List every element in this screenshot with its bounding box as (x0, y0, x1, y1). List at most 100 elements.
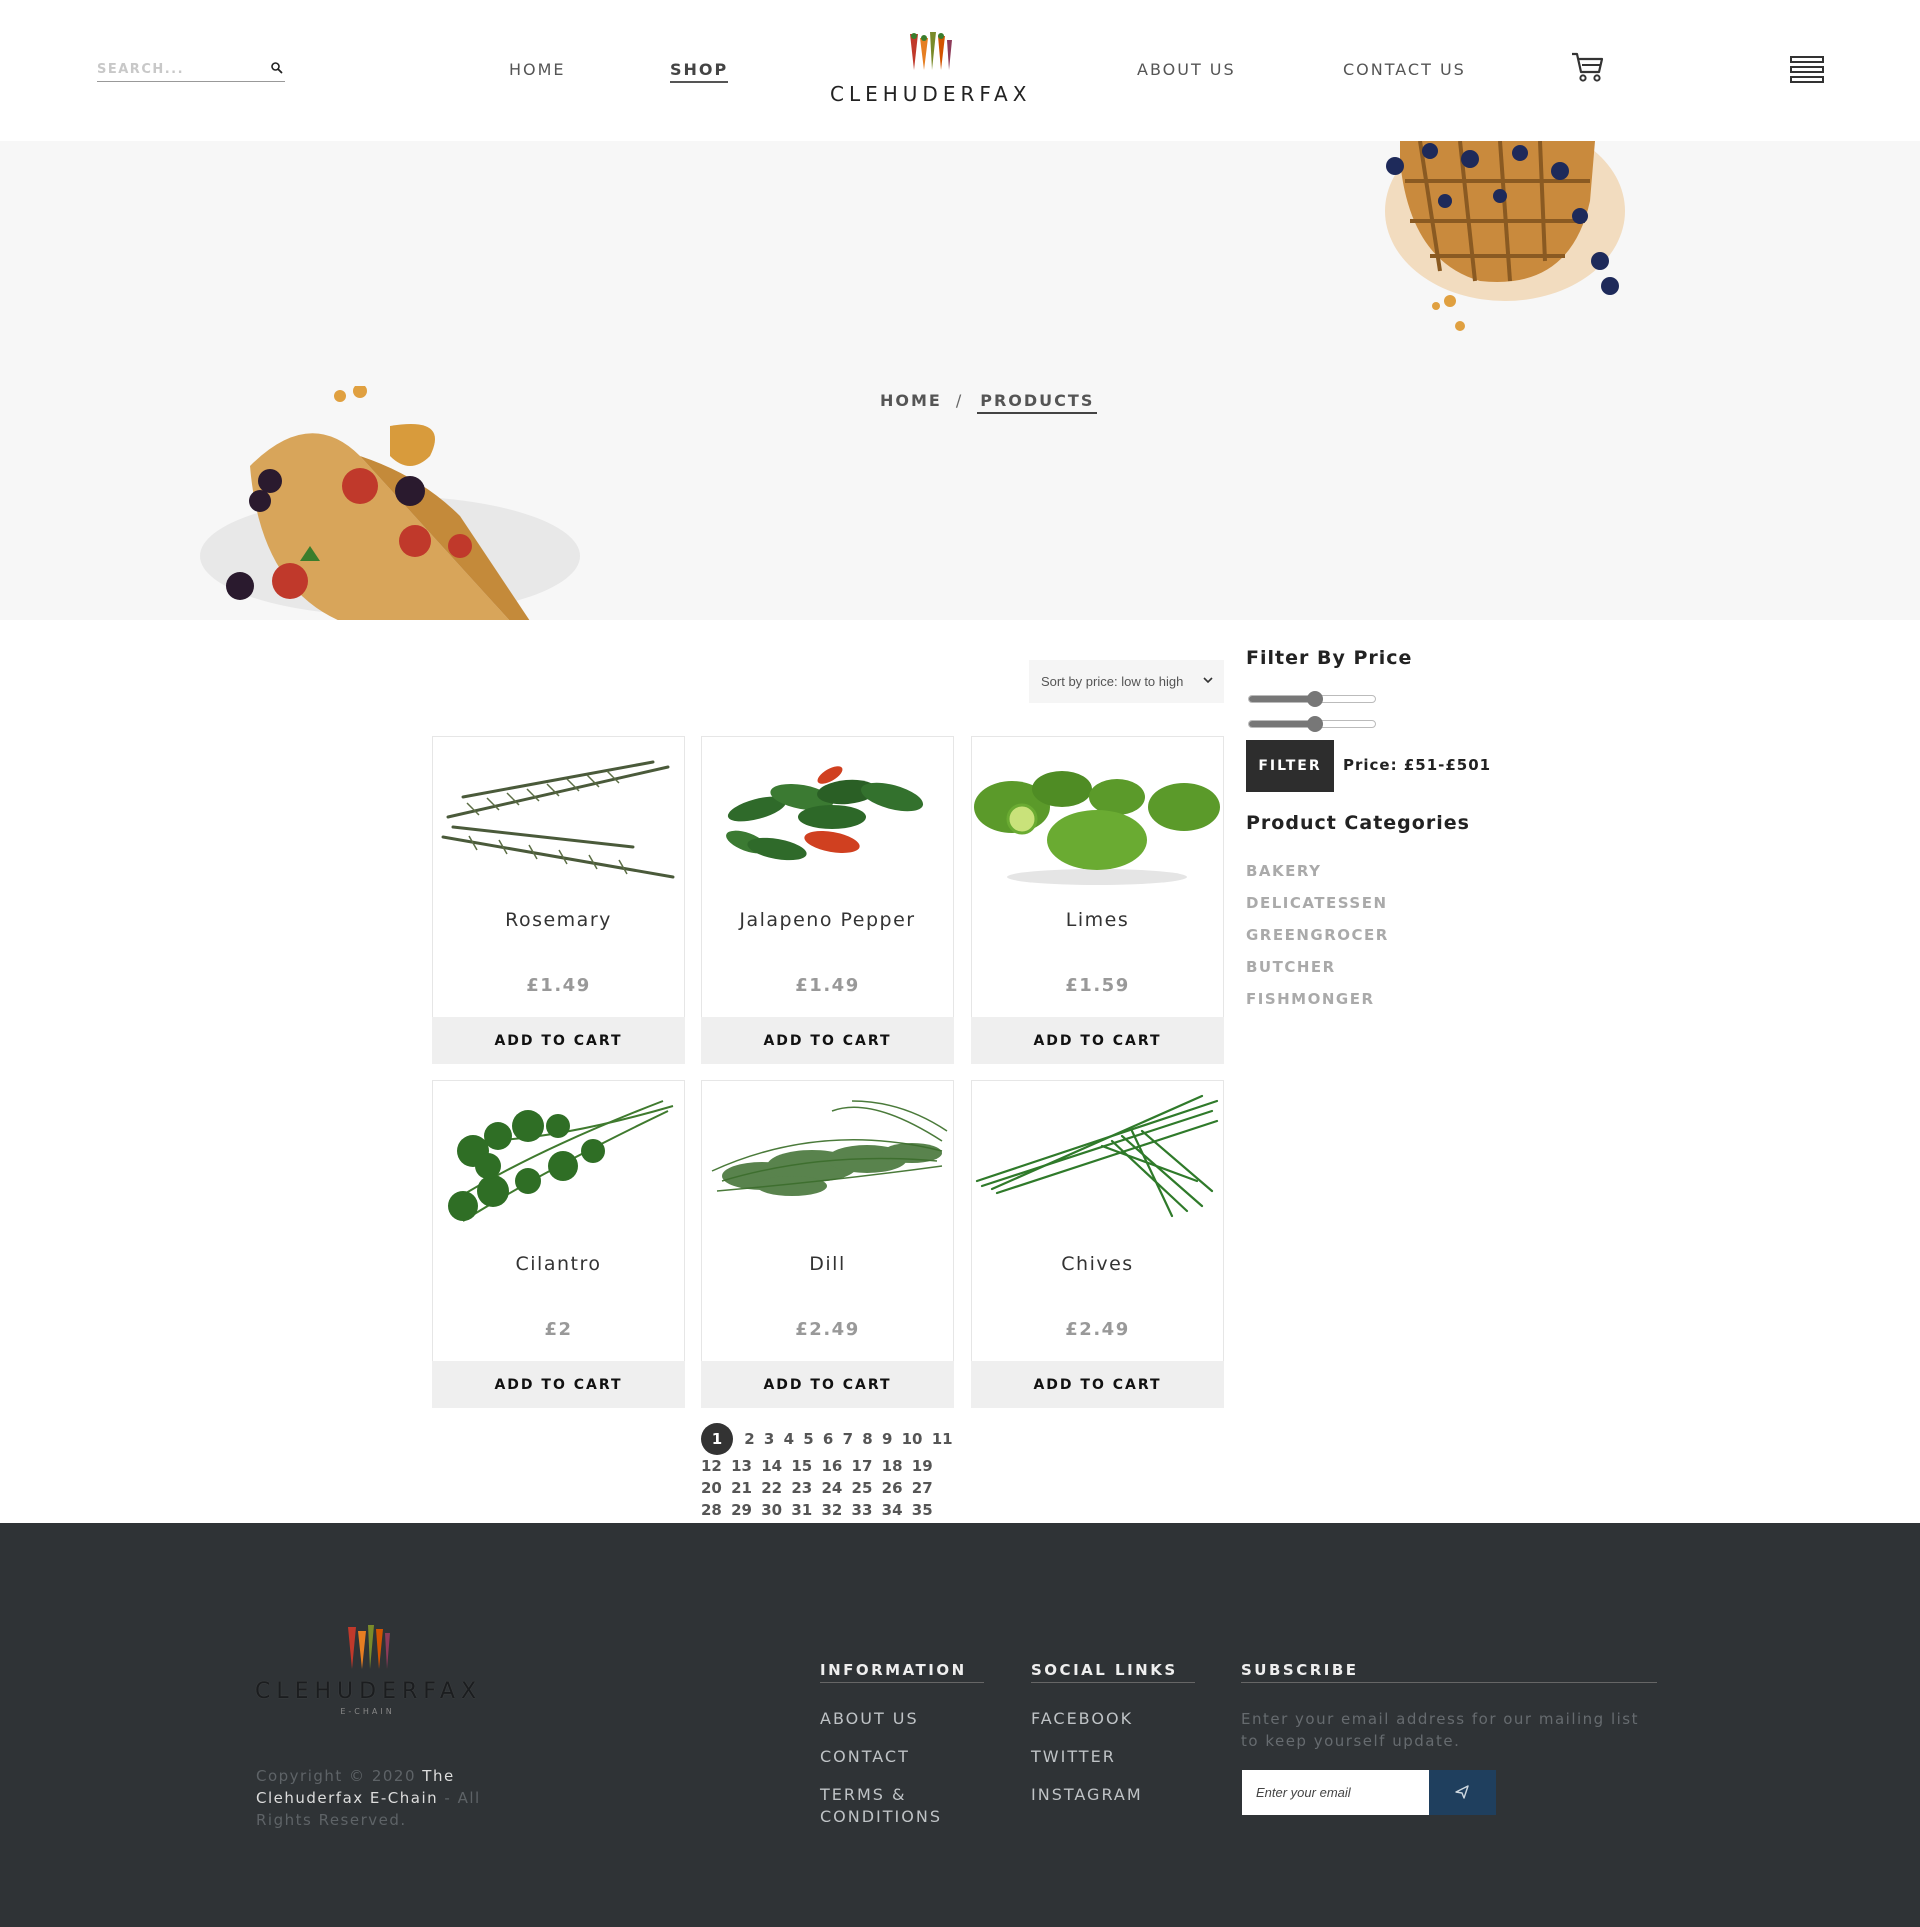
price-slider-max-fill (1249, 721, 1315, 727)
page-link[interactable]: 32 (821, 1499, 842, 1521)
price-slider-min-thumb[interactable] (1306, 691, 1323, 707)
product-name[interactable]: Rosemary (433, 909, 684, 931)
page-link[interactable]: 19 (912, 1455, 933, 1477)
page-link[interactable]: 21 (731, 1477, 752, 1499)
cilantro-image (448, 1100, 674, 1222)
page-link[interactable]: 10 (902, 1428, 923, 1450)
copyright-prefix: Copyright © 2020 (256, 1767, 423, 1785)
page-link[interactable]: 9 (882, 1428, 892, 1450)
add-to-cart-button[interactable]: ADD TO CART (971, 1017, 1224, 1064)
product-name[interactable]: Chives (972, 1253, 1223, 1275)
breadcrumb-home[interactable]: HOME (880, 391, 942, 410)
page-link[interactable]: 22 (761, 1477, 782, 1499)
nav-shop[interactable]: SHOP (670, 60, 729, 83)
search-icon[interactable] (269, 60, 285, 76)
product-card[interactable]: Jalapeno Pepper £1.49 ADD TO CART (701, 736, 954, 1064)
page-link[interactable]: 14 (761, 1455, 782, 1477)
page-link[interactable]: 30 (761, 1499, 782, 1521)
page-link[interactable]: 4 (784, 1428, 794, 1450)
footer-link-facebook[interactable]: FACEBOOK (1031, 1708, 1133, 1730)
product-card[interactable]: Cilantro £2 ADD TO CART (432, 1080, 685, 1408)
subscribe-send-button[interactable] (1429, 1770, 1496, 1815)
page-link[interactable]: 35 (912, 1499, 933, 1521)
rosemary-image (441, 760, 675, 879)
cart-icon[interactable] (1570, 50, 1606, 84)
page-link[interactable]: 26 (882, 1477, 903, 1499)
filter-button[interactable]: FILTER (1246, 740, 1334, 792)
add-to-cart-button[interactable]: ADD TO CART (701, 1017, 954, 1064)
product-card[interactable]: Chives £2.49 ADD TO CART (971, 1080, 1224, 1408)
product-name[interactable]: Cilantro (433, 1253, 684, 1275)
category-link-butcher[interactable]: BUTCHER (1246, 958, 1336, 976)
category-link-bakery[interactable]: BAKERY (1246, 862, 1322, 880)
page-link[interactable]: 18 (882, 1455, 903, 1477)
price-slider-max-thumb[interactable] (1306, 716, 1323, 732)
page-link[interactable]: 24 (821, 1477, 842, 1499)
add-to-cart-button[interactable]: ADD TO CART (701, 1361, 954, 1408)
footer-link-instagram[interactable]: INSTAGRAM (1031, 1784, 1143, 1806)
information-heading: INFORMATION (820, 1661, 984, 1683)
filter-by-price-title: Filter By Price (1246, 647, 1413, 669)
price-slider-min[interactable] (1248, 691, 1376, 707)
product-price: £1.49 (795, 975, 860, 996)
page-link[interactable]: 20 (701, 1477, 722, 1499)
breadcrumb: HOME / PRODUCTS (880, 391, 1098, 414)
page-link[interactable]: 34 (882, 1499, 903, 1521)
product-card[interactable]: Dill £2.49 ADD TO CART (701, 1080, 954, 1408)
page-link[interactable]: 27 (912, 1477, 933, 1499)
product-card[interactable]: Limes £1.59 ADD TO CART (971, 736, 1224, 1064)
sort-select-value: Sort by price: low to high (1041, 674, 1184, 689)
page-link[interactable]: 31 (791, 1499, 812, 1521)
add-to-cart-button[interactable]: ADD TO CART (971, 1361, 1224, 1408)
page-link[interactable]: 8 (862, 1428, 872, 1450)
sort-select[interactable]: Sort by price: low to high (1029, 660, 1224, 703)
page-link[interactable]: 29 (731, 1499, 752, 1521)
crepe-image (200, 386, 580, 620)
page-link[interactable]: 23 (791, 1477, 812, 1499)
page-link[interactable]: 3 (764, 1428, 774, 1450)
add-to-cart-button[interactable]: ADD TO CART (432, 1017, 685, 1064)
page-link[interactable]: 33 (852, 1499, 873, 1521)
nav-about[interactable]: ABOUT US (1137, 60, 1236, 79)
footer-logo-text: CLEHUDERFAX (255, 1679, 483, 1704)
page-link[interactable]: 17 (852, 1455, 873, 1477)
category-link-fishmonger[interactable]: FISHMONGER (1246, 990, 1375, 1008)
nav-home[interactable]: HOME (509, 60, 566, 79)
product-name[interactable]: Dill (702, 1253, 953, 1275)
page-link[interactable]: 16 (821, 1455, 842, 1477)
product-name[interactable]: Jalapeno Pepper (702, 909, 953, 931)
category-link-greengrocer[interactable]: GREENGROCER (1246, 926, 1389, 944)
subscribe-heading: SUBSCRIBE (1241, 1661, 1657, 1683)
nav-contact[interactable]: CONTACT US (1343, 60, 1466, 79)
footer-link-terms[interactable]: TERMS & CONDITIONS (820, 1784, 960, 1828)
page-link[interactable]: 7 (843, 1428, 853, 1450)
email-input[interactable] (1242, 1770, 1429, 1815)
subscribe-text: Enter your email address for our mailing… (1241, 1710, 1640, 1750)
price-slider-max[interactable] (1248, 716, 1376, 732)
product-name[interactable]: Limes (972, 909, 1223, 931)
category-link-delicatessen[interactable]: DELICATESSEN (1246, 894, 1388, 912)
footer-link-about-us[interactable]: ABOUT US (820, 1708, 919, 1730)
page-link[interactable]: 5 (803, 1428, 813, 1450)
page-link[interactable]: 28 (701, 1499, 722, 1521)
logo-text: CLEHUDERFAX (830, 82, 1032, 106)
search-input[interactable] (97, 58, 257, 81)
footer-logo[interactable]: CLEHUDERFAX E-CHAIN (255, 1623, 480, 1733)
page-link[interactable]: 2 (744, 1428, 754, 1450)
page-link[interactable]: 6 (823, 1428, 833, 1450)
footer-logo-subtext: E-CHAIN (340, 1707, 395, 1716)
add-to-cart-button[interactable]: ADD TO CART (432, 1361, 685, 1408)
page-link[interactable]: 12 (701, 1455, 722, 1477)
page-link[interactable]: 15 (791, 1455, 812, 1477)
product-price: £2.49 (795, 1319, 860, 1340)
page-link[interactable]: 11 (932, 1428, 953, 1450)
site-header: HOME SHOP CLEHUDERFAX ABOUT US CONTACT U… (0, 0, 1920, 141)
product-card[interactable]: Rosemary £1.49 ADD TO CART (432, 736, 685, 1064)
footer-link-twitter[interactable]: TWITTER (1031, 1746, 1116, 1768)
page-link[interactable]: 25 (852, 1477, 873, 1499)
page-link-current[interactable]: 1 (701, 1423, 733, 1455)
footer-link-contact[interactable]: CONTACT (820, 1746, 910, 1768)
site-logo[interactable]: CLEHUDERFAX (830, 30, 1030, 110)
menu-icon[interactable] (1790, 55, 1824, 85)
page-link[interactable]: 13 (731, 1455, 752, 1477)
